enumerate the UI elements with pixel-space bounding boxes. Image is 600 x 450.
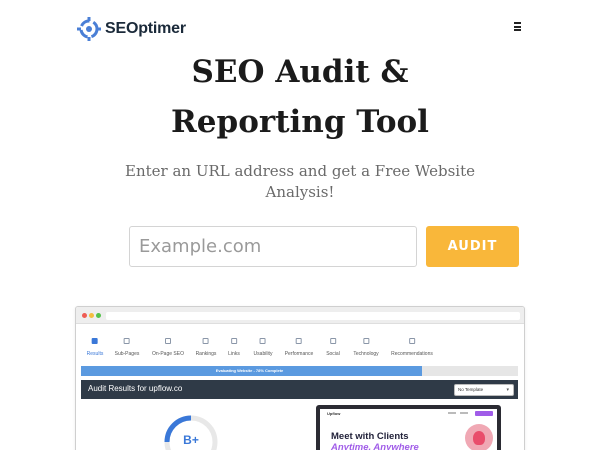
- grade-value: B+: [183, 433, 199, 447]
- audit-progress-bar: Evaluating Website - 78% Complete: [81, 366, 518, 376]
- chain-icon: [231, 338, 237, 344]
- hamburger-menu-icon[interactable]: [514, 22, 526, 34]
- preview-headline-1: Meet with Clients: [331, 431, 409, 442]
- chevron-down-icon: ▾: [506, 387, 509, 393]
- tab-social: Social: [326, 332, 340, 366]
- tab-sub-pages: Sub-Pages: [114, 332, 140, 366]
- tab-label: Technology: [353, 351, 379, 357]
- tab-label: Usability: [253, 351, 273, 357]
- browser-chrome: [76, 307, 524, 324]
- window-minimize-dot: [89, 313, 94, 318]
- browser-address-bar: [106, 312, 520, 320]
- window-maximize-dot: [96, 313, 101, 318]
- template-select-value: No Template: [458, 387, 484, 392]
- tab-label: Results: [86, 351, 104, 357]
- tab-label: Recommendations: [391, 351, 433, 357]
- tab-label: On-Page SEO: [152, 351, 184, 357]
- tab-links: Links: [228, 332, 240, 366]
- tab-performance: Performance: [284, 332, 314, 366]
- preview-cta: [475, 411, 493, 416]
- website-screenshot-preview: Upflow Meet with Clients Anytime, Anywhe…: [316, 405, 501, 450]
- results-header: Audit Results for upflow.co No Template …: [81, 380, 518, 399]
- page-title-line-2: Reporting Tool: [171, 104, 429, 140]
- results-title: Audit Results for upflow.co: [88, 384, 183, 393]
- window-close-dot: [82, 313, 87, 318]
- link-icon: [124, 338, 130, 344]
- tab-label: Performance: [284, 351, 314, 357]
- tab-rankings: Rankings: [195, 332, 217, 366]
- tab-recommendations: Recommendations: [391, 332, 433, 366]
- tab-usability: Usability: [253, 332, 273, 366]
- gears-icon: [362, 338, 369, 344]
- preview-headline-2: Anytime, Anywhere: [331, 442, 419, 450]
- clipboard-icon: [409, 338, 415, 344]
- page-subtitle: Enter an URL address and get a Free Webs…: [125, 162, 475, 201]
- grid-icon: [92, 338, 98, 344]
- preview-logo: Upflow: [327, 411, 341, 416]
- tab-label: Sub-Pages: [114, 351, 140, 357]
- target-icon: [165, 338, 171, 344]
- tab-label: Rankings: [195, 351, 217, 357]
- social-icon: [330, 338, 336, 344]
- tab-on-page-seo: On-Page SEO: [152, 332, 184, 366]
- mobile-icon: [260, 338, 266, 344]
- brand-name: SEOptimer: [105, 20, 186, 37]
- top-navigation: SEOptimer: [0, 0, 600, 56]
- audit-button[interactable]: AUDIT: [426, 226, 519, 267]
- tab-label: Social: [326, 351, 340, 357]
- audit-tabs: Results Sub-Pages On-Page SEO Rankings Links…: [76, 332, 524, 366]
- tab-technology: Technology: [353, 332, 379, 366]
- rankings-icon: [202, 338, 209, 344]
- bars-icon: [296, 338, 302, 344]
- app-preview-mockup: Results Sub-Pages On-Page SEO Rankings Links…: [75, 306, 525, 450]
- tab-results: Results: [86, 332, 104, 366]
- grade-gauge: B+: [162, 413, 220, 450]
- seoptimer-logo-icon: [77, 17, 101, 41]
- url-input[interactable]: [129, 226, 417, 267]
- brand-logo[interactable]: SEOptimer: [76, 14, 186, 44]
- template-select: No Template ▾: [454, 384, 514, 396]
- page-title-line-1: SEO Audit &: [191, 54, 409, 90]
- tab-label: Links: [228, 351, 240, 357]
- progress-label: Evaluating Website - 78% Complete: [215, 368, 284, 373]
